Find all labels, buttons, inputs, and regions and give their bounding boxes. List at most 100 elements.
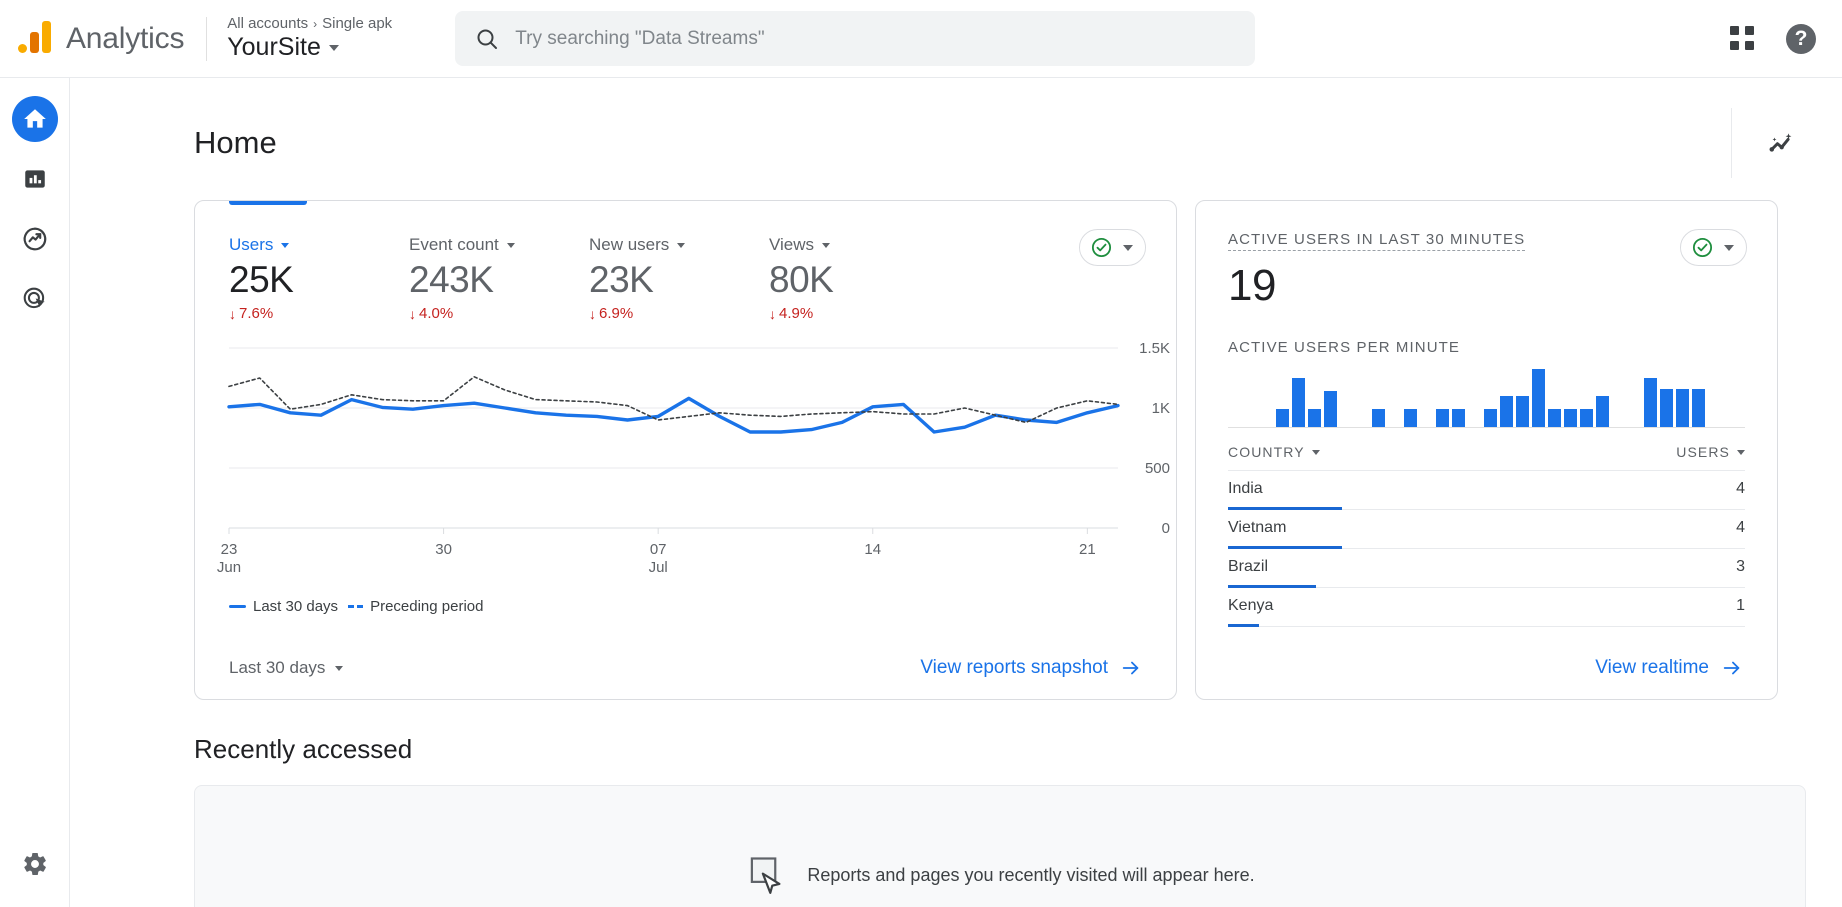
overview-card-footer: Last 30 days View reports snapshot [195,637,1176,699]
metric-value: 243K [409,259,494,300]
arrow-down-icon: ↓ [589,305,596,322]
breadcrumb-account-name[interactable]: Single apk [322,15,392,32]
per-minute-bar [1580,409,1593,427]
table-row[interactable]: Kenya 1 [1228,588,1745,627]
chart-series-current [227,396,1120,434]
property-name-label: YourSite [227,33,321,61]
users-line-chart: 0 500 1K 1.5K 23 Jun 30 07 Jul 14 21 [195,340,1176,590]
recently-accessed-title: Recently accessed [194,734,413,764]
help-icon[interactable]: ? [1786,23,1816,54]
chevron-down-icon [506,242,515,248]
per-minute-bar [1452,409,1465,427]
cursor-page-icon [751,857,781,894]
metric-value: 23K [589,259,654,300]
chevron-down-icon [677,242,686,248]
explore-trend-icon [23,227,46,251]
metric-label[interactable]: New users [589,235,769,255]
apps-grid-icon[interactable] [1730,25,1756,52]
arrow-down-icon: ↓ [769,305,776,322]
search-bar[interactable]: Try searching "Data Streams" [455,11,1256,66]
per-minute-bar [1292,377,1305,427]
table-row[interactable]: India 4 [1228,471,1745,510]
header-action-divider [1731,108,1732,178]
column-header-users[interactable]: USERS [1676,444,1745,460]
per-minute-bar [1308,409,1321,427]
search-input[interactable]: Try searching "Data Streams" [515,28,764,50]
realtime-card-footer: View realtime [1196,637,1777,699]
per-minute-bar [1548,409,1561,427]
breadcrumb: All accounts › Single apk [227,15,407,32]
sidebar-item-advertising[interactable] [12,276,58,322]
chart-legend: Last 30 days Preceding period [195,598,1176,615]
metric-label[interactable]: Views [769,235,949,255]
sidebar-item-explore[interactable] [12,216,58,262]
column-header-country[interactable]: COUNTRY [1228,444,1320,460]
main-content: Home Users 25K ↓ 7.6% Event count 243K ↓… [70,78,1842,907]
x-axis-tick-label: 21 [1079,541,1096,558]
top-bar-actions: ? [1730,23,1816,54]
metric-label-text: Users [229,235,274,254]
per-minute-bar [1676,389,1689,427]
search-icon [477,28,498,49]
metric-delta: ↓ 4.0% [409,305,589,322]
legend-label: Preceding period [370,598,484,615]
arrow-down-icon: ↓ [409,305,416,322]
per-minute-bar [1372,409,1385,427]
per-minute-bar [1436,409,1449,427]
home-icon [23,109,46,128]
realtime-card: ACTIVE USERS IN LAST 30 MINUTES 19 ACTIV… [1195,200,1778,700]
breadcrumb-all-accounts[interactable]: All accounts [227,15,308,32]
check-circle-icon [1091,237,1112,258]
page-title: Home [194,125,277,160]
y-axis-tick-label: 0 [1162,520,1170,537]
realtime-data-status-badge[interactable] [1680,229,1747,266]
metric-label[interactable]: Event count [409,235,589,255]
x-axis-tick-label: 14 [864,541,881,558]
google-analytics-logo [14,17,58,61]
metric-label-text: New users [589,235,670,254]
row-progress-bar [1228,624,1260,627]
insights-sparkle-icon[interactable] [1764,126,1798,160]
metric-event-count[interactable]: Event count 243K ↓ 4.0% [409,235,589,322]
sidebar-item-home[interactable] [11,96,58,142]
header-divider [206,16,208,61]
view-realtime-label: View realtime [1595,657,1709,678]
chevron-down-icon [1123,244,1133,251]
metric-new-users[interactable]: New users 23K ↓ 6.9% [589,235,769,322]
target-cursor-icon [23,287,45,309]
metric-label[interactable]: Users [229,235,409,255]
gear-icon [23,853,46,875]
metric-value: 25K [229,259,294,300]
chart-series-preceding [228,376,1119,424]
users-cell: 1 [1736,597,1745,614]
metric-delta-value: 4.0% [419,305,454,322]
date-range-selector[interactable]: Last 30 days [229,658,344,678]
brand-title: Analytics [66,21,185,55]
y-axis-tick-label: 500 [1145,460,1170,477]
x-axis-tick-label: 07 [650,541,667,558]
country-cell: Kenya [1228,597,1274,614]
per-minute-bar [1692,389,1705,427]
sidebar-item-admin[interactable] [21,850,49,883]
x-axis-tick-sublabel: Jul [649,559,668,576]
table-row[interactable]: Vietnam 4 [1228,510,1745,549]
chevron-down-icon [1724,244,1734,251]
account-selector[interactable]: All accounts › Single apk YourSite [227,15,407,62]
column-header-label: USERS [1676,444,1730,460]
view-realtime-link[interactable]: View realtime [1595,657,1743,679]
per-minute-bar [1516,395,1529,427]
overview-data-status-badge[interactable] [1079,229,1146,266]
selected-metric-indicator [229,201,307,205]
table-row[interactable]: Brazil 3 [1228,549,1745,588]
chevron-down-icon [281,242,290,248]
sidebar-item-reports[interactable] [12,156,58,202]
metric-value: 80K [769,259,834,300]
page-header-actions [1731,108,1798,178]
realtime-body: ACTIVE USERS IN LAST 30 MINUTES 19 ACTIV… [1196,201,1777,627]
metric-users[interactable]: Users 25K ↓ 7.6% [229,201,409,322]
metric-views[interactable]: Views 80K ↓ 4.9% [769,235,949,322]
x-axis-tick-sublabel: Jun [217,559,241,576]
view-reports-snapshot-link[interactable]: View reports snapshot [920,657,1142,679]
legend-dashed-line-icon [348,605,364,608]
property-name[interactable]: YourSite [227,33,407,62]
